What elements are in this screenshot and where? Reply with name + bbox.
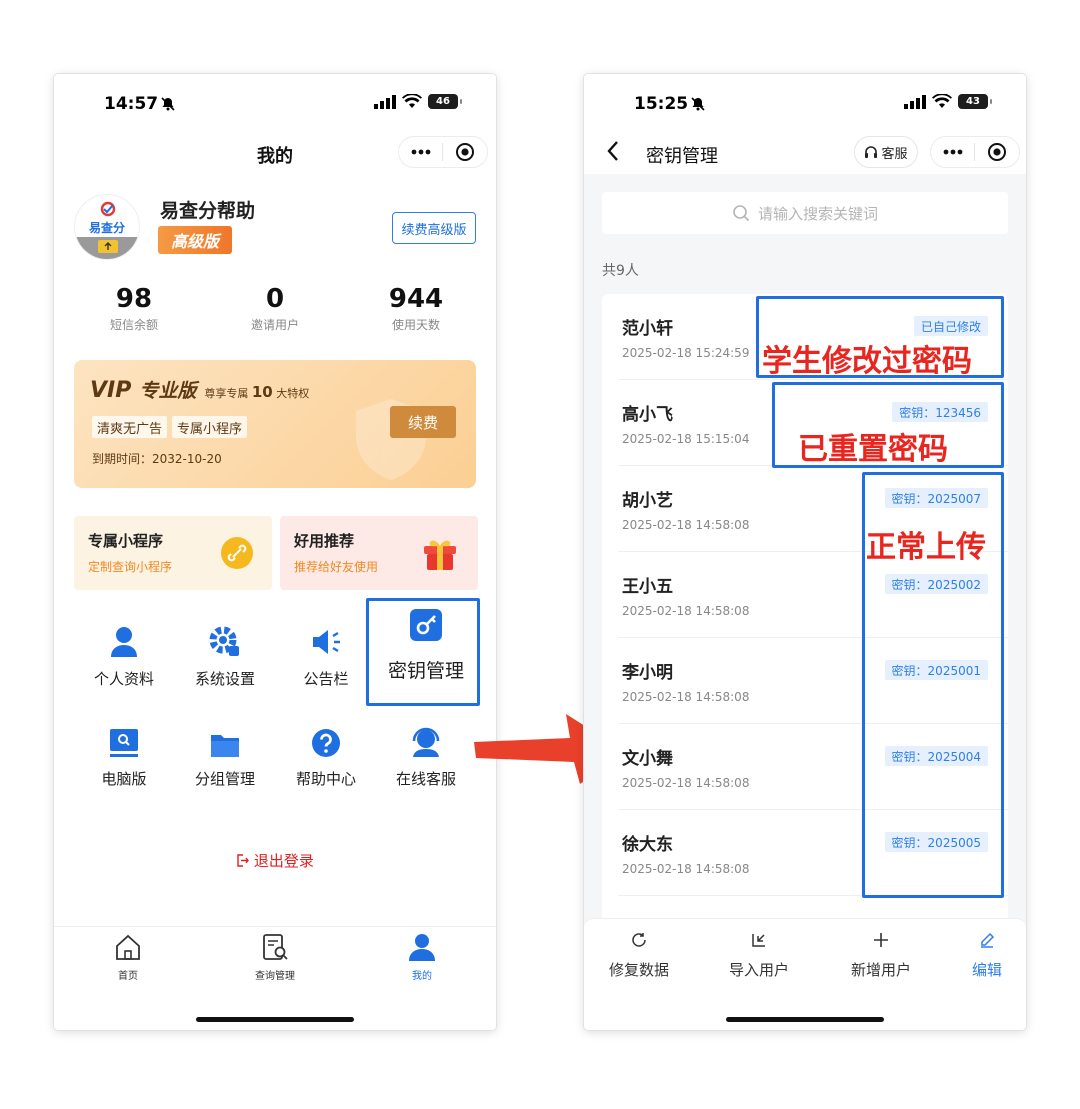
import-icon [752, 934, 765, 947]
logo-icon [100, 201, 116, 217]
page-title: 密钥管理 [646, 146, 718, 167]
bell-off-icon [691, 97, 705, 111]
wifi-icon [402, 94, 422, 108]
customer-service-button[interactable]: 客服 [854, 136, 918, 168]
grid-item-settings[interactable]: 系统设置 [175, 620, 275, 689]
stat-sms-balance[interactable]: 98 短信余额 [74, 284, 194, 333]
home-icon [116, 934, 140, 960]
vip-tag: 专属小程序 [172, 416, 248, 438]
megaphone-icon [313, 630, 340, 654]
plus-icon [874, 933, 888, 947]
gear-icon [209, 626, 239, 656]
refresh-icon [632, 933, 646, 947]
signal-icon [374, 94, 396, 109]
grid-item-profile[interactable]: 个人资料 [74, 620, 174, 689]
mini-program-capsule [930, 136, 1020, 168]
vip-card[interactable]: VIP 专业版 尊享专属 10 大特权 清爽无广告 专属小程序 到期时间：203… [74, 360, 476, 488]
user-icon [409, 934, 435, 961]
highlight-box-key-management [366, 598, 480, 706]
annotation-reset: 已重置密码 [798, 432, 948, 467]
avatar-text: 易查分 [88, 221, 125, 235]
signal-icon [904, 94, 926, 109]
bell-off-icon [161, 97, 175, 111]
renew-button[interactable]: 续费 [390, 406, 456, 438]
status-time: 14:57 [104, 94, 159, 114]
link-icon [221, 537, 253, 569]
tab-mine[interactable]: 我的 [362, 933, 482, 982]
status-bar: 14:57 46 [54, 92, 496, 116]
plan-badge: 高级版 [158, 226, 232, 254]
repair-data-button[interactable]: 修复数据 [584, 931, 694, 980]
grid-item-groups[interactable]: 分组管理 [175, 720, 275, 789]
profile-screen: 14:57 46 我的 易查分 易查分帮助 高级版 续费高级版 98 短信余额 … [54, 74, 496, 1030]
annotation-student-modified: 学生修改过密码 [762, 344, 972, 379]
upload-icon [98, 240, 118, 253]
promo-recommend[interactable]: 好用推荐 推荐给好友使用 [280, 516, 478, 590]
close-circle-icon[interactable] [455, 142, 475, 162]
more-icon[interactable] [411, 149, 431, 155]
stat-days-used[interactable]: 944 使用天数 [356, 284, 476, 333]
grid-item-desktop[interactable]: 电脑版 [74, 720, 174, 789]
wifi-icon [932, 94, 952, 108]
close-circle-icon[interactable] [987, 142, 1007, 162]
more-icon[interactable] [943, 149, 963, 155]
search-icon [733, 205, 750, 222]
gift-icon [424, 540, 456, 570]
battery-indicator: 46 [428, 94, 462, 109]
user-count: 共9人 [602, 263, 639, 279]
grid-item-notice[interactable]: 公告栏 [276, 620, 376, 689]
person-icon [111, 627, 137, 657]
battery-indicator: 43 [958, 94, 992, 109]
tab-home[interactable]: 首页 [68, 933, 188, 982]
search-input[interactable]: 请输入搜索关键词 [602, 192, 1008, 234]
vip-expire: 到期时间：2032-10-20 [92, 452, 222, 466]
status-bar: 15:25 43 [584, 92, 1026, 116]
tab-bar: 首页 查询管理 我的 [54, 926, 496, 1030]
vip-title: 专业版 [139, 380, 197, 402]
import-users-button[interactable]: 导入用户 [704, 931, 814, 980]
logout-icon [237, 854, 249, 867]
home-indicator [196, 1017, 354, 1022]
grid-item-help[interactable]: 帮助中心 [276, 720, 376, 789]
folder-icon [211, 735, 239, 757]
avatar[interactable]: 易查分 [74, 194, 140, 260]
headset-icon [412, 727, 440, 757]
renew-advanced-button[interactable]: 续费高级版 [392, 212, 476, 244]
tab-query-management[interactable]: 查询管理 [215, 933, 335, 982]
edit-button[interactable]: 编辑 [932, 931, 1026, 980]
help-icon [312, 729, 340, 757]
status-time: 15:25 [634, 94, 689, 114]
user-name: 易查分帮助 [160, 200, 256, 222]
headset-icon [865, 146, 878, 158]
annotation-normal: 正常上传 [866, 530, 986, 565]
add-user-button[interactable]: 新增用户 [826, 931, 936, 980]
vip-logo: VIP [90, 378, 132, 403]
monitor-icon [110, 729, 138, 757]
search-placeholder: 请输入搜索关键词 [757, 204, 878, 223]
mini-program-capsule [398, 136, 488, 168]
stat-invited-users[interactable]: 0 邀请用户 [215, 284, 335, 333]
promo-mini-program[interactable]: 专属小程序 定制查询小程序 [74, 516, 272, 590]
query-icon [263, 934, 288, 960]
back-arrow-icon[interactable] [606, 140, 620, 162]
vip-tag: 清爽无广告 [92, 416, 168, 438]
logout-button[interactable]: 退出登录 [54, 850, 496, 871]
grid-item-support[interactable]: 在线客服 [376, 720, 476, 789]
action-bar: 修复数据 导入用户 新增用户 编辑 [584, 918, 1026, 1030]
key-management-screen: 15:25 43 密钥管理 客服 请输入搜索关键词 共9人 范小轩 2025-0… [584, 74, 1026, 1030]
edit-icon [981, 932, 995, 948]
home-indicator [726, 1017, 884, 1022]
